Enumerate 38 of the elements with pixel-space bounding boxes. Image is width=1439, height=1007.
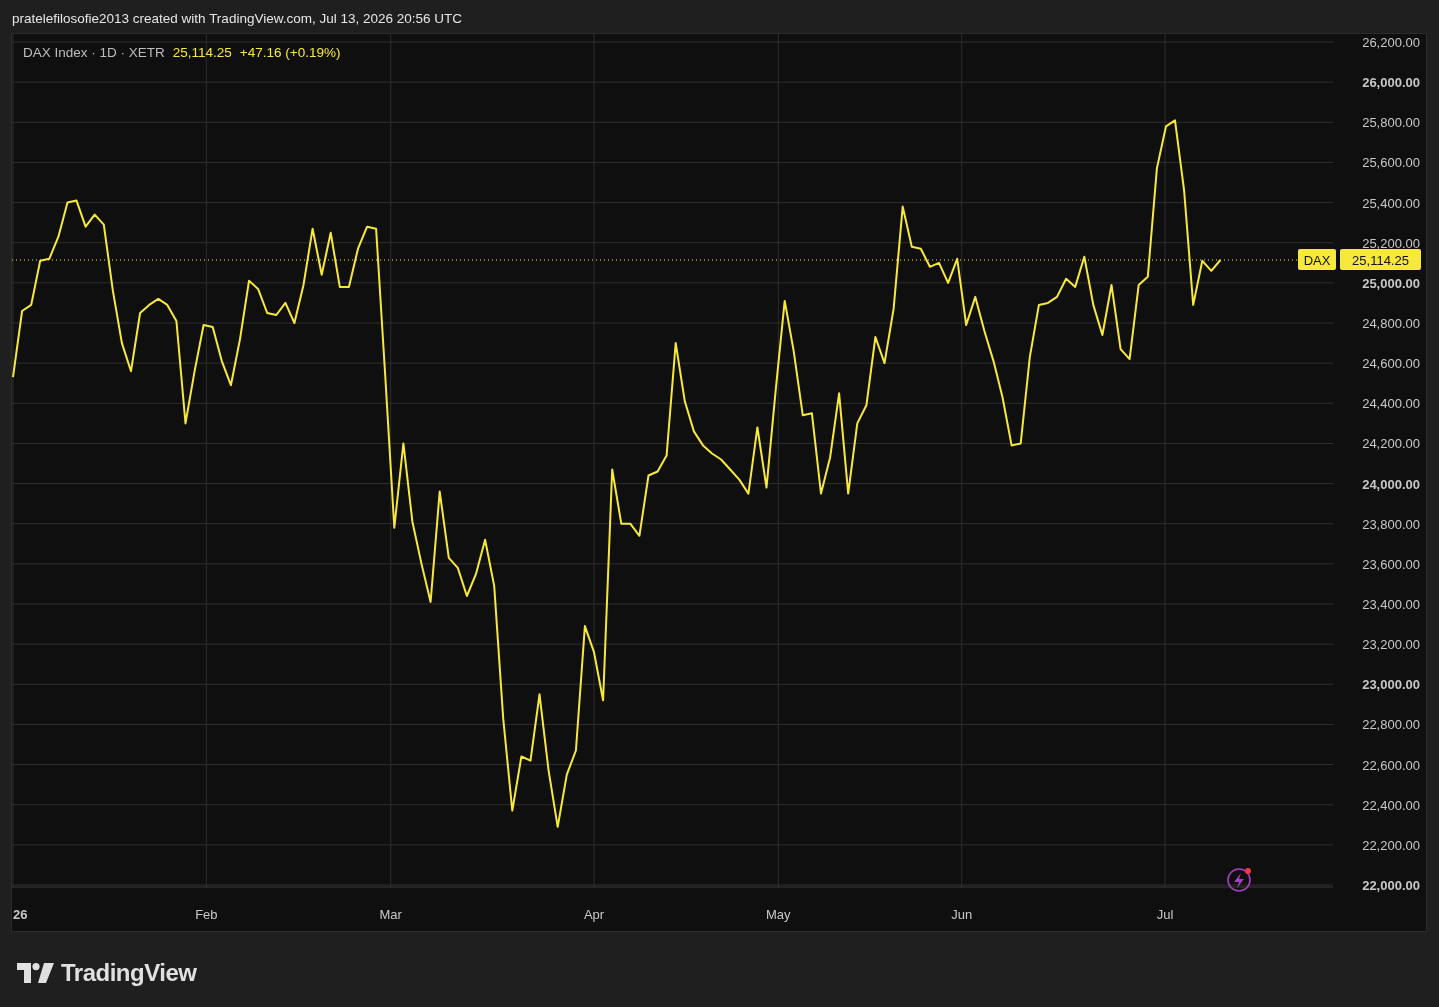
y-axis-label: 25,400.00 [1362,195,1420,211]
attribution-text: pratelefilosofie2013 created with TradingView.com, Jul 13, 2026 20:56 UTC [12,10,462,28]
lightning-icon[interactable] [1227,868,1251,892]
y-axis-label: 26,200.00 [1362,35,1420,50]
logo-icon [17,963,55,983]
y-axis-label: 24,600.00 [1362,356,1420,372]
x-axis-label: May [766,907,791,922]
y-axis-label: 23,600.00 [1362,556,1420,572]
y-axis-label: 24,400.00 [1362,396,1420,412]
symbol-text: DAX Index · 1D · XETR [23,45,165,60]
y-axis-label: 24,000.00 [1362,476,1420,492]
y-axis-label: 22,800.00 [1362,717,1420,733]
y-axis-label: 22,600.00 [1362,757,1420,773]
x-axis-label: Jun [951,907,973,922]
y-axis-label: 24,200.00 [1362,436,1420,452]
y-axis-label: 22,400.00 [1362,797,1420,813]
y-axis-label: 25,600.00 [1362,155,1420,171]
y-axis-label: 26,000.00 [1362,75,1420,91]
y-axis-label: 25,800.00 [1362,115,1420,131]
symbol-tag: DAX [1298,249,1336,270]
y-axis-label: 25,200.00 [1362,235,1420,251]
y-axis-label: 23,800.00 [1362,516,1420,532]
x-axis-label: 26 [13,907,28,922]
y-axis-label: 23,200.00 [1362,637,1420,653]
y-axis-label: 24,800.00 [1362,316,1420,331]
y-axis-label: 22,200.00 [1362,837,1420,853]
y-axis-label: 23,000.00 [1362,677,1420,693]
y-axis-label: 25,000.00 [1362,275,1420,291]
x-axis-label: Feb [195,907,218,922]
x-axis-label: Apr [583,907,605,922]
y-axis-label: 22,000.00 [1362,878,1420,893]
price-value: 25,114.25 [172,45,232,60]
x-axis-label: Jul [1156,907,1174,922]
logo-text: TradingView [61,959,197,987]
price-change: +47.16 (+0.19%) [239,45,341,60]
price-tag: 25,114.25 [1340,249,1421,270]
y-axis-label: 23,400.00 [1362,597,1420,612]
x-axis-label: Mar [379,907,402,922]
